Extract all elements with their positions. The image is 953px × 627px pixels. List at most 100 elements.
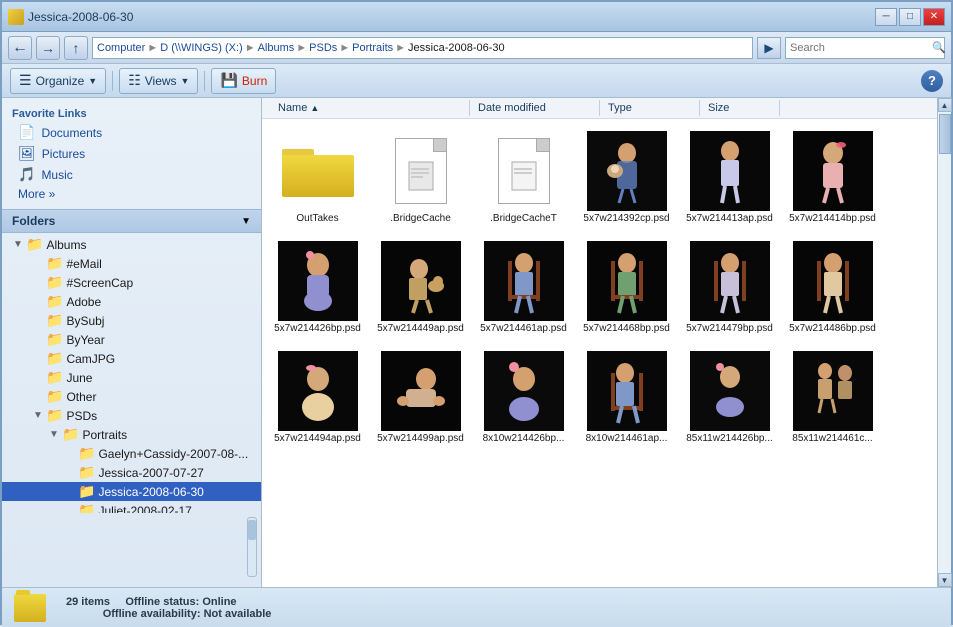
tree-item-albums[interactable]: ▼ 📁 Albums: [2, 235, 261, 254]
folder-icon: 📁: [78, 445, 95, 462]
toolbar: ☰ Organize ▼ ☷ Views ▼ 💾 Burn ?: [2, 64, 951, 98]
scroll-down-button[interactable]: ▼: [938, 573, 952, 587]
tree-label: Portraits: [82, 428, 127, 442]
minimize-button[interactable]: ─: [875, 8, 897, 26]
offline-status-value: Online: [202, 596, 236, 608]
search-box[interactable]: 🔍: [785, 37, 945, 59]
file-item-bridgecachet[interactable]: .BridgeCacheT: [476, 127, 571, 229]
breadcrumb-drive[interactable]: D (\\WINGS) (X:): [160, 42, 243, 54]
photo-svg: [484, 241, 564, 321]
file-item-5x7-468[interactable]: 5x7w214468bp.psd: [579, 237, 674, 339]
column-name[interactable]: Name ▲: [270, 100, 470, 116]
column-size[interactable]: Size: [700, 100, 780, 116]
file-thumbnail: [381, 131, 461, 211]
file-label: 5x7w214499ap.psd: [377, 433, 464, 445]
tree-item-june[interactable]: 📁 June: [2, 368, 261, 387]
tree-label: Jessica-2007-07-27: [98, 466, 203, 480]
tree-label: Juliet-2008-02-17: [98, 504, 191, 514]
file-item-bridgecache[interactable]: .BridgeCache: [373, 127, 468, 229]
file-item-5x7-413[interactable]: 5x7w214413ap.psd: [682, 127, 777, 229]
folder-icon: 📁: [46, 369, 63, 386]
sidebar-item-music[interactable]: 🎵 Music: [2, 164, 261, 185]
more-label: More »: [18, 187, 55, 201]
tree-item-portraits[interactable]: ▼ 📁 Portraits: [2, 425, 261, 444]
sidebar-item-pictures[interactable]: 🖼 Pictures: [2, 143, 261, 164]
views-button[interactable]: ☷ Views ▼: [119, 68, 198, 94]
scroll-up-button[interactable]: ▲: [938, 98, 952, 112]
tree-item-gaelyn[interactable]: 📁 Gaelyn+Cassidy-2007-08-...: [2, 444, 261, 463]
tree-item-jessica2007[interactable]: 📁 Jessica-2007-07-27: [2, 463, 261, 482]
tree-item-jessica2008[interactable]: 📁 Jessica-2008-06-30: [2, 482, 261, 501]
breadcrumb-portraits[interactable]: Portraits: [352, 42, 393, 54]
vertical-scrollbar[interactable]: ▲ ▼: [937, 98, 951, 587]
window-controls[interactable]: ─ □ ✕: [875, 8, 945, 26]
back-button[interactable]: ←: [8, 36, 32, 60]
tree-item-byyear[interactable]: 📁 ByYear: [2, 330, 261, 349]
file-item-5x7-392[interactable]: 5x7w214392cp.psd: [579, 127, 674, 229]
tree-item-other[interactable]: 📁 Other: [2, 387, 261, 406]
file-item-8x10-426[interactable]: 8x10w214426bp...: [476, 347, 571, 449]
file-item-5x7-486[interactable]: 5x7w214486bp.psd: [785, 237, 880, 339]
photo-svg: [793, 351, 873, 431]
sidebar-more-link[interactable]: More »: [2, 185, 261, 203]
file-item-5x7-414[interactable]: 5x7w214414bp.psd: [785, 127, 880, 229]
column-date[interactable]: Date modified: [470, 100, 600, 116]
file-item-5x7-461[interactable]: 5x7w214461ap.psd: [476, 237, 571, 339]
tree-item-screencap[interactable]: 📁 #ScreenCap: [2, 273, 261, 292]
title-bar-left: Jessica-2008-06-30: [8, 9, 133, 25]
file-item-outtakes[interactable]: OutTakes: [270, 127, 365, 229]
folder-icon: 📁: [46, 274, 63, 291]
file-item-85x11-461[interactable]: 85x11w214461c...: [785, 347, 880, 449]
photo-image: [690, 241, 770, 321]
tree-item-psds[interactable]: ▼ 📁 PSDs: [2, 406, 261, 425]
file-thumbnail: [278, 241, 358, 321]
file-label: OutTakes: [296, 213, 338, 225]
status-bar: 29 items Offline status: Online Offline …: [2, 587, 951, 627]
breadcrumb-computer[interactable]: Computer: [97, 42, 145, 54]
folders-header[interactable]: Folders ▼: [2, 209, 261, 233]
tree-item-bysubj[interactable]: 📁 BySubj: [2, 311, 261, 330]
breadcrumb[interactable]: Computer ► D (\\WINGS) (X:) ► Albums ► P…: [92, 37, 753, 59]
forward-button[interactable]: →: [36, 36, 60, 60]
burn-button[interactable]: 💾 Burn: [211, 68, 276, 94]
breadcrumb-psds[interactable]: PSDs: [309, 42, 337, 54]
file-thumbnail: [278, 351, 358, 431]
tree-item-email[interactable]: 📁 #eMail: [2, 254, 261, 273]
help-button[interactable]: ?: [921, 70, 943, 92]
refresh-button[interactable]: ▶: [757, 37, 781, 59]
file-item-5x7-494[interactable]: 5x7w214494ap.psd: [270, 347, 365, 449]
file-item-8x10-461[interactable]: 8x10w214461ap...: [579, 347, 674, 449]
offline-avail-label: Offline availability:: [103, 608, 201, 620]
breadcrumb-albums[interactable]: Albums: [258, 42, 295, 54]
search-input[interactable]: [790, 42, 932, 54]
item-count: 29 items: [66, 596, 110, 608]
organize-button[interactable]: ☰ Organize ▼: [10, 68, 106, 94]
folder-icon: 📁: [26, 236, 43, 253]
file-thumbnail: [381, 351, 461, 431]
photo-image: [587, 131, 667, 211]
up-button[interactable]: ↑: [64, 36, 88, 60]
doc-icon: [498, 138, 550, 204]
tree-label: BySubj: [66, 314, 104, 328]
file-item-5x7-479[interactable]: 5x7w214479bp.psd: [682, 237, 777, 339]
sidebar-scrollbar[interactable]: [247, 517, 257, 577]
tree-item-juliet[interactable]: 📁 Juliet-2008-02-17: [2, 501, 261, 513]
scroll-thumb[interactable]: [939, 114, 951, 154]
tree-label: Adobe: [66, 295, 101, 309]
favorite-links-section: Favorite Links 📄 Documents 🖼 Pictures 🎵 …: [2, 98, 261, 209]
tree-item-adobe[interactable]: 📁 Adobe: [2, 292, 261, 311]
tree-item-camjpg[interactable]: 📁 CamJPG: [2, 349, 261, 368]
sidebar-scrollbar-thumb[interactable]: [248, 520, 256, 540]
maximize-button[interactable]: □: [899, 8, 921, 26]
photo-image: [587, 241, 667, 321]
file-item-5x7-426[interactable]: 5x7w214426bp.psd: [270, 237, 365, 339]
file-item-5x7-499[interactable]: 5x7w214499ap.psd: [373, 347, 468, 449]
close-button[interactable]: ✕: [923, 8, 945, 26]
file-item-5x7-449[interactable]: 5x7w214449ap.psd: [373, 237, 468, 339]
file-thumbnail: [381, 241, 461, 321]
sidebar-item-documents[interactable]: 📄 Documents: [2, 122, 261, 143]
column-type[interactable]: Type: [600, 100, 700, 116]
tree-label: PSDs: [66, 409, 97, 423]
file-item-85x11-426[interactable]: 85x11w214426bp...: [682, 347, 777, 449]
pictures-icon: 🖼: [18, 145, 36, 162]
